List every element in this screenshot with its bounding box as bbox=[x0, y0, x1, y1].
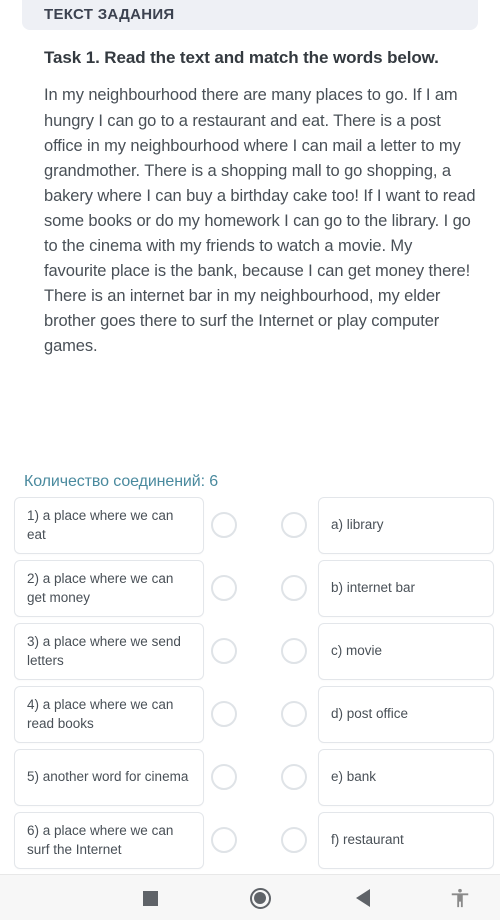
match-right-option[interactable]: f) restaurant bbox=[318, 812, 494, 869]
match-left-option[interactable]: 3) a place where we send letters bbox=[14, 623, 204, 680]
match-row: 1) a place where we can eat a) library bbox=[0, 497, 500, 554]
task-reading-text: In my neighbourhood there are many place… bbox=[44, 86, 476, 356]
match-right-option[interactable]: b) internet bar bbox=[318, 560, 494, 617]
match-connector-left[interactable] bbox=[211, 701, 237, 727]
match-row: 3) a place where we send letters c) movi… bbox=[0, 623, 500, 680]
match-connector-left[interactable] bbox=[211, 827, 237, 853]
task-content: Task 1. Read the text and match the word… bbox=[0, 46, 500, 359]
recents-square-icon bbox=[142, 890, 158, 906]
matching-exercise: 1) a place where we can eat a) library 2… bbox=[0, 497, 500, 875]
match-left-option[interactable]: 6) a place where we can surf the Interne… bbox=[14, 812, 204, 869]
home-button[interactable] bbox=[236, 875, 284, 920]
match-row: 2) a place where we can get money b) int… bbox=[0, 560, 500, 617]
page-title: ТЕКСТ ЗАДАНИЯ bbox=[44, 6, 175, 23]
match-right-option[interactable]: e) bank bbox=[318, 749, 494, 806]
match-row: 6) a place where we can surf the Interne… bbox=[0, 812, 500, 869]
match-connector-left[interactable] bbox=[211, 512, 237, 538]
task-instruction-title: Task 1. Read the text and match the word… bbox=[44, 48, 439, 67]
match-row: 4) a place where we can read books d) po… bbox=[0, 686, 500, 743]
match-left-option[interactable]: 2) a place where we can get money bbox=[14, 560, 204, 617]
match-left-option[interactable]: 4) a place where we can read books bbox=[14, 686, 204, 743]
match-connector-left[interactable] bbox=[211, 764, 237, 790]
accessibility-button[interactable] bbox=[438, 875, 482, 920]
match-connector-right[interactable] bbox=[281, 701, 307, 727]
connections-count-label: Количество соединений: 6 bbox=[24, 473, 219, 490]
match-left-option[interactable]: 5) another word for cinema bbox=[14, 749, 204, 806]
match-connector-right[interactable] bbox=[281, 764, 307, 790]
match-connector-right[interactable] bbox=[281, 575, 307, 601]
home-circle-icon bbox=[249, 887, 271, 909]
back-triangle-icon bbox=[356, 889, 370, 907]
match-connector-left[interactable] bbox=[211, 575, 237, 601]
match-connector-right[interactable] bbox=[281, 827, 307, 853]
accessibility-icon bbox=[451, 888, 469, 908]
match-connector-left[interactable] bbox=[211, 638, 237, 664]
match-row: 5) another word for cinema e) bank bbox=[0, 749, 500, 806]
task-header-band: ТЕКСТ ЗАДАНИЯ bbox=[22, 0, 478, 30]
home-dot-icon bbox=[254, 892, 266, 904]
match-right-option[interactable]: d) post office bbox=[318, 686, 494, 743]
back-button[interactable] bbox=[339, 875, 387, 920]
app-root: ТЕКСТ ЗАДАНИЯ Task 1. Read the text and … bbox=[0, 0, 500, 920]
match-connector-right[interactable] bbox=[281, 512, 307, 538]
match-left-option[interactable]: 1) a place where we can eat bbox=[14, 497, 204, 554]
android-navigation-bar bbox=[0, 874, 500, 920]
match-right-option[interactable]: c) movie bbox=[318, 623, 494, 680]
match-right-option[interactable]: a) library bbox=[318, 497, 494, 554]
match-connector-right[interactable] bbox=[281, 638, 307, 664]
recents-button[interactable] bbox=[126, 875, 174, 920]
